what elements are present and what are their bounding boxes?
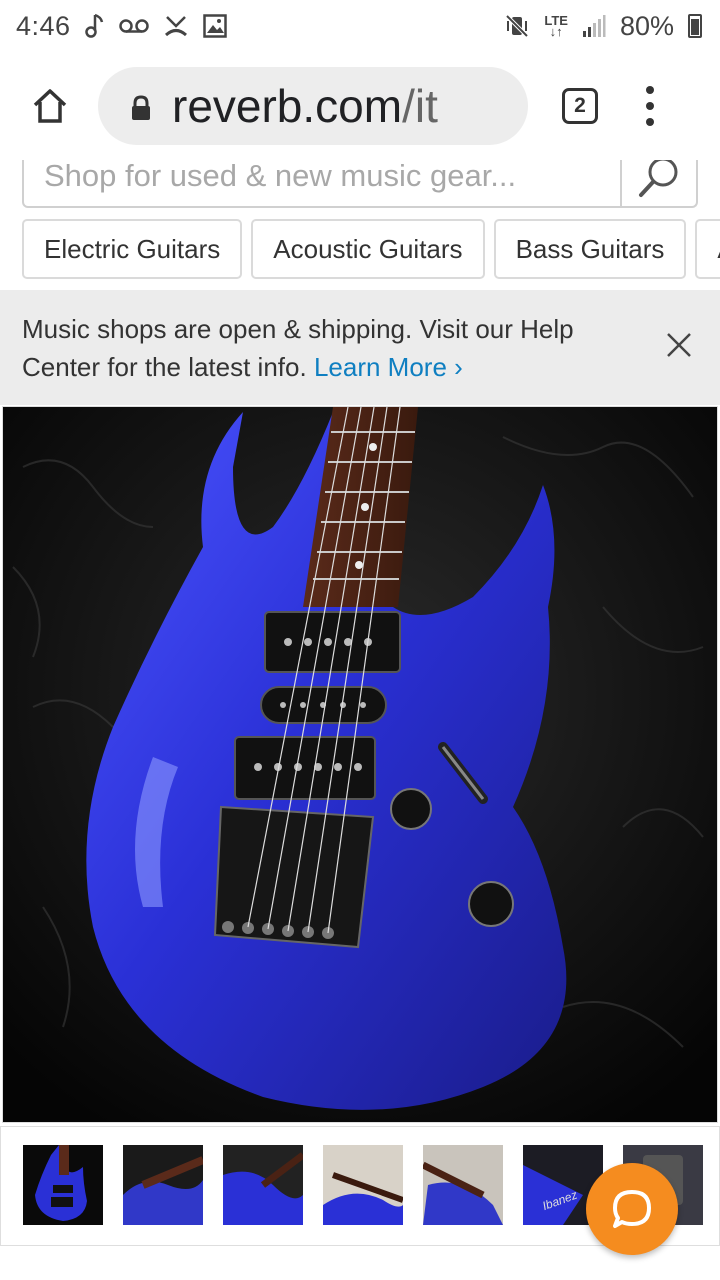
learn-more-link[interactable]: Learn More › (314, 352, 463, 382)
thumbnail-2[interactable] (123, 1145, 203, 1225)
music-note-icon (84, 12, 105, 40)
battery-percent: 80% (619, 10, 674, 41)
chip-amps[interactable]: A (695, 219, 720, 279)
search-bar (22, 160, 698, 208)
thumbnail-3[interactable] (223, 1145, 303, 1225)
network-type: LTE ↓↑ (544, 13, 568, 39)
status-bar: 4:46 LTE ↓↑ 80% (0, 0, 720, 52)
category-chips: Electric Guitars Acoustic Guitars Bass G… (22, 219, 720, 279)
browser-toolbar: reverb.com/it 2 (0, 52, 720, 160)
main-product-image[interactable] (2, 406, 718, 1123)
url-text: reverb.com/it (172, 79, 438, 133)
chat-icon (613, 1190, 651, 1228)
search-icon (639, 160, 678, 197)
vibrate-mute-icon (504, 12, 530, 40)
signal-icon (582, 12, 606, 40)
search-input[interactable] (24, 160, 620, 206)
address-bar[interactable]: reverb.com/it (98, 67, 528, 145)
search-button[interactable] (620, 160, 696, 206)
close-icon[interactable] (664, 330, 694, 360)
image-icon (202, 12, 227, 40)
voicemail-icon (118, 12, 149, 40)
more-vert-icon[interactable] (640, 86, 660, 126)
url-path: /it (402, 80, 438, 132)
home-icon (33, 89, 67, 123)
tab-switcher-button[interactable]: 2 (562, 88, 598, 124)
missed-call-icon (163, 12, 189, 40)
notice-message: Music shops are open & shipping. Visit o… (22, 314, 574, 382)
notice-banner: Music shops are open & shipping. Visit o… (0, 290, 720, 405)
chip-bass-guitars[interactable]: Bass Guitars (493, 219, 687, 279)
thumbnail-1[interactable] (23, 1145, 103, 1225)
chat-button[interactable] (586, 1163, 678, 1255)
thumbnail-5[interactable] (423, 1145, 503, 1225)
battery-icon (688, 14, 702, 38)
home-button[interactable] (20, 76, 80, 136)
chip-electric-guitars[interactable]: Electric Guitars (22, 219, 243, 279)
notice-text: Music shops are open & shipping. Visit o… (22, 310, 622, 386)
chip-acoustic-guitars[interactable]: Acoustic Guitars (251, 219, 485, 279)
url-domain: reverb.com (172, 80, 403, 132)
lock-icon (130, 91, 152, 121)
thumbnail-4[interactable] (323, 1145, 403, 1225)
status-time: 4:46 (16, 10, 71, 41)
